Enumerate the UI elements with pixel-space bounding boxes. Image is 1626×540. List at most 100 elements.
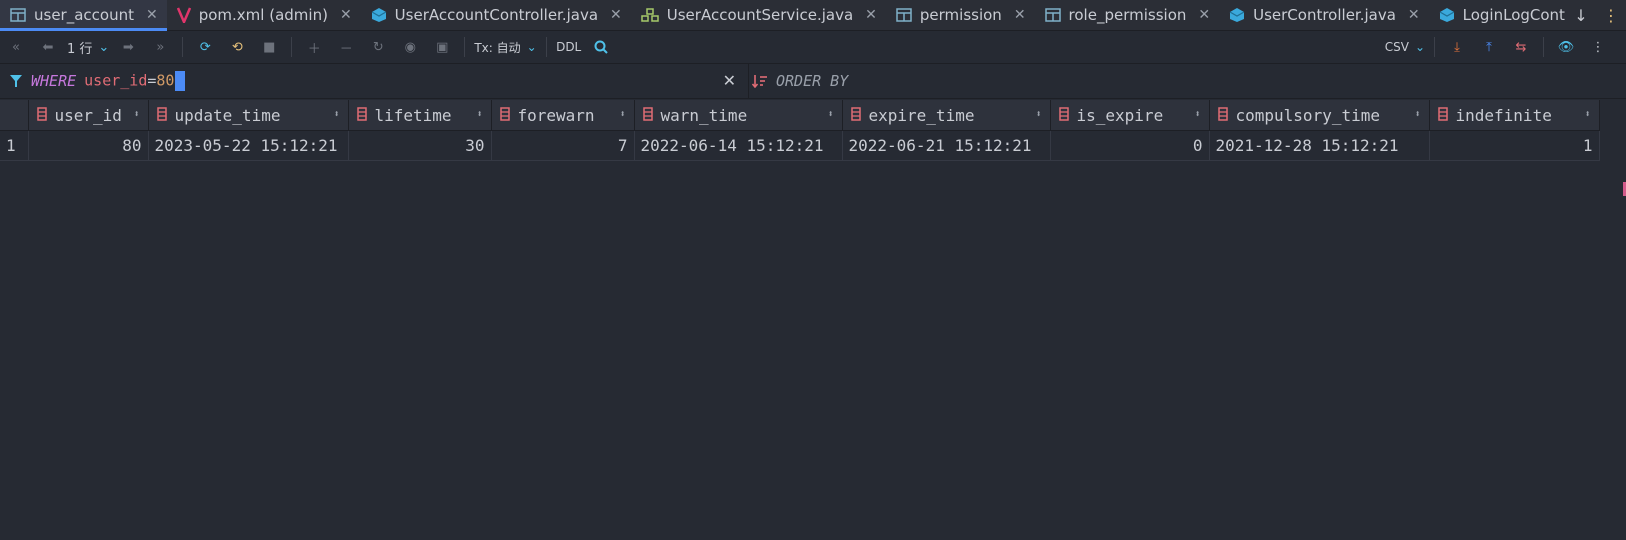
cell-warn-time[interactable]: 2022-06-14 15:12:21 xyxy=(634,130,843,161)
sort-icon[interactable]: ⬍ xyxy=(476,110,482,120)
close-icon[interactable]: ✕ xyxy=(340,7,352,23)
close-icon[interactable]: ✕ xyxy=(1198,7,1210,23)
toolbar-right-group: CSV ⌄ ⤓ ⤒ ⇆ 👁 ⋮ xyxy=(1382,31,1614,63)
export-data-icon[interactable]: ⤓ xyxy=(1444,35,1470,59)
table-row[interactable]: 1 80 2023-05-22 15:12:21 30 7 2022-06-14… xyxy=(0,130,1600,161)
search-icon[interactable] xyxy=(588,35,614,59)
tab-role-permission[interactable]: role_permission ✕ xyxy=(1035,0,1220,30)
tab-usercontroller[interactable]: UserController.java ✕ xyxy=(1219,0,1429,30)
cell-lifetime[interactable]: 30 xyxy=(348,130,492,161)
sort-icon[interactable]: ⬍ xyxy=(619,110,625,120)
reload-icon[interactable]: ⟳ xyxy=(192,35,218,59)
where-field: user_id xyxy=(84,71,148,90)
rows-count-label: 1 行 xyxy=(67,41,93,57)
column-header-label: user_id xyxy=(54,105,122,125)
column-header-expire-time[interactable]: expire_time ⬍ xyxy=(842,100,1051,131)
compare-icon[interactable]: ⇆ xyxy=(1508,35,1534,59)
transaction-mode-dropdown[interactable]: Tx: 自动 ⌄ xyxy=(474,35,536,59)
previous-page-icon[interactable]: ⬅ xyxy=(35,35,61,59)
table-icon xyxy=(10,8,26,22)
filter-icon xyxy=(9,74,23,88)
sort-icon[interactable]: ⬍ xyxy=(333,110,339,120)
sort-icon[interactable]: ⬍ xyxy=(827,110,833,120)
column-header-lifetime[interactable]: lifetime ⬍ xyxy=(348,100,492,131)
cell-indefinite[interactable]: 1 xyxy=(1429,130,1600,161)
rows-count-dropdown[interactable]: 1 行 ⌄ xyxy=(67,35,109,59)
close-icon[interactable]: ✕ xyxy=(610,7,622,23)
clear-filter-icon[interactable]: ✕ xyxy=(723,71,736,90)
cell-user-id[interactable]: 80 xyxy=(28,130,149,161)
sort-icon[interactable]: ⬍ xyxy=(1414,110,1420,120)
table-icon xyxy=(1044,8,1061,22)
sort-icon[interactable]: ⬍ xyxy=(1584,110,1590,120)
toolbar-divider xyxy=(1543,37,1544,57)
arrow-down-icon[interactable]: ↓ xyxy=(1566,0,1596,30)
export-format-label: CSV xyxy=(1384,40,1409,54)
tab-label: pom.xml (admin) xyxy=(198,6,328,24)
sort-icon[interactable]: ⬍ xyxy=(133,110,139,120)
last-page-icon[interactable]: » xyxy=(147,35,173,59)
sort-icon[interactable]: ⬍ xyxy=(1035,110,1041,120)
ddl-button[interactable]: DDL xyxy=(556,35,582,59)
tab-permission[interactable]: permission ✕ xyxy=(886,0,1035,30)
tab-overflow-controls: ↓ ⋮ xyxy=(1566,0,1626,30)
cell-update-time[interactable]: 2023-05-22 15:12:21 xyxy=(148,130,349,161)
column-header-label: warn_time xyxy=(660,105,748,125)
toolbar-divider xyxy=(291,37,293,57)
history-icon[interactable]: ⟲ xyxy=(224,35,250,59)
close-icon[interactable]: ✕ xyxy=(865,7,877,23)
tab-label: UserAccountController.java xyxy=(394,6,599,24)
row-number: 1 xyxy=(0,130,29,161)
cell-is-expire[interactable]: 0 xyxy=(1050,130,1210,161)
tab-useraccountcontroller[interactable]: UserAccountController.java ✕ xyxy=(361,0,631,30)
column-header-label: lifetime xyxy=(374,105,452,125)
stop-icon[interactable]: ■ xyxy=(256,35,282,59)
column-header-indefinite[interactable]: indefinite ⬍ xyxy=(1429,100,1600,131)
preview-icon[interactable]: ◉ xyxy=(397,35,423,59)
column-header-is-expire[interactable]: is_expire ⬍ xyxy=(1050,100,1210,131)
order-by-input[interactable]: ORDER BY xyxy=(752,64,848,98)
close-icon[interactable]: ✕ xyxy=(1014,7,1026,23)
cell-forewarn[interactable]: 7 xyxy=(491,130,635,161)
tab-label: role_permission xyxy=(1068,6,1187,24)
cell-compulsory-time[interactable]: 2021-12-28 15:12:21 xyxy=(1209,130,1430,161)
tab-label: UserController.java xyxy=(1253,6,1396,24)
column-header-user-id[interactable]: user_id ⬍ xyxy=(28,100,149,131)
export-format-dropdown[interactable]: CSV ⌄ xyxy=(1385,35,1425,59)
column-icon xyxy=(36,106,47,125)
import-data-icon[interactable]: ⤒ xyxy=(1476,35,1502,59)
add-row-icon[interactable]: ＋ xyxy=(301,35,327,59)
more-vertical-icon[interactable]: ⋮ xyxy=(1596,0,1626,30)
table-icon xyxy=(896,8,912,22)
submit-icon[interactable]: ▣ xyxy=(429,35,455,59)
revert-icon[interactable]: ↻ xyxy=(365,35,391,59)
close-icon[interactable]: ✕ xyxy=(1408,7,1420,23)
view-options-icon[interactable]: 👁 xyxy=(1553,35,1579,59)
java-class-icon xyxy=(1229,7,1245,23)
column-header-update-time[interactable]: update_time ⬍ xyxy=(148,100,349,131)
where-filter-input[interactable]: WHERE user_id=80 ✕ xyxy=(0,64,749,98)
maven-icon xyxy=(176,7,191,23)
chevron-down-icon: ⌄ xyxy=(98,39,110,55)
more-vertical-icon[interactable]: ⋮ xyxy=(1585,35,1611,59)
where-value: 80 xyxy=(156,71,175,90)
column-header-label: update_time xyxy=(174,105,281,125)
chevron-down-icon: ⌄ xyxy=(526,40,537,54)
next-page-icon[interactable]: ➡ xyxy=(115,35,141,59)
sort-icon[interactable]: ⬍ xyxy=(1194,110,1200,120)
column-icon xyxy=(156,106,167,125)
close-icon[interactable]: ✕ xyxy=(146,7,158,23)
column-icon xyxy=(1217,106,1228,125)
tab-useraccountservice[interactable]: UserAccountService.java ✕ xyxy=(631,0,886,30)
toolbar-divider xyxy=(545,37,547,57)
column-header-warn-time[interactable]: warn_time ⬍ xyxy=(634,100,843,131)
tab-pom-xml[interactable]: pom.xml (admin) ✕ xyxy=(167,0,361,30)
where-expression: user_id=80 xyxy=(84,71,186,91)
cell-expire-time[interactable]: 2022-06-21 15:12:21 xyxy=(842,130,1051,161)
first-page-icon[interactable]: « xyxy=(3,35,29,59)
delete-row-icon[interactable]: － xyxy=(333,35,359,59)
column-header-forewarn[interactable]: forewarn ⬍ xyxy=(491,100,635,131)
tab-user-account[interactable]: user_account ✕ xyxy=(0,0,167,31)
column-header-compulsory-time[interactable]: compulsory_time ⬍ xyxy=(1209,100,1430,131)
column-header-label: forewarn xyxy=(517,105,595,125)
